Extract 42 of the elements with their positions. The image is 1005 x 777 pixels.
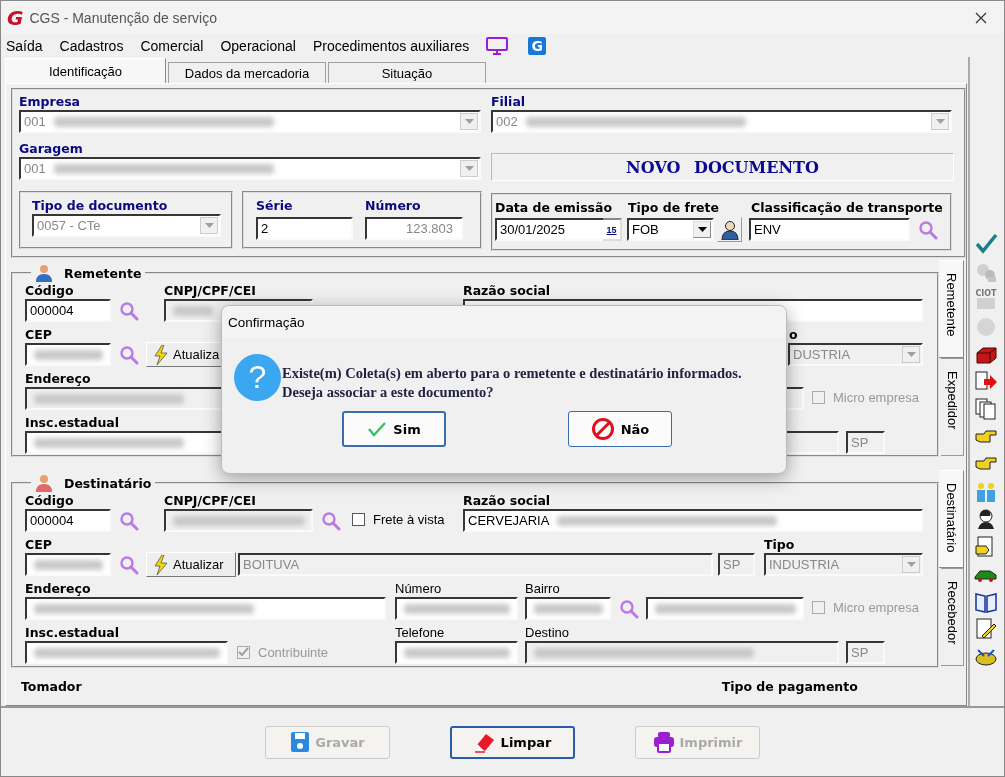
field-label: Filial [491, 94, 526, 110]
field-label: Razão social [463, 493, 551, 509]
field-label: Série [256, 198, 293, 214]
checkbox-label: Frete à vista [373, 512, 445, 527]
field-label: Endereço [25, 371, 91, 387]
field-label: CEP [25, 327, 52, 343]
field-label: o [789, 327, 798, 343]
checkbox-label: Micro empresa [833, 600, 919, 615]
dialog-message: Deseja associar a este documento? [282, 383, 495, 402]
field-label: Tipo de documento [32, 198, 168, 213]
checkbox-label: Contribuinte [258, 644, 329, 660]
field-label: Garagem [19, 141, 83, 157]
field-label: Tipo [764, 537, 795, 553]
field-label: CNPJ/CPF/CEI [164, 493, 256, 509]
field-label: Tipo de frete [628, 200, 719, 216]
field-label: Código [25, 283, 74, 299]
checkbox-label: Micro empresa [833, 390, 919, 405]
field-label: CEP [25, 537, 52, 553]
field-label: Número [395, 581, 442, 597]
field-label: Razão social [463, 283, 551, 299]
dialog-title: Confirmação [228, 314, 305, 330]
field-label: Insc.estadual [25, 415, 120, 431]
field-label: Tipo de pagamento [721, 679, 858, 695]
field-label: Data de emissão [495, 200, 613, 216]
question-icon: ? [234, 353, 281, 401]
field-label: Bairro [525, 581, 560, 597]
field-label: Tomador [21, 679, 82, 695]
field-label: Empresa [19, 94, 81, 110]
field-label: CNPJ/CPF/CEI [164, 283, 256, 299]
field-label: Classificação de transporte [751, 200, 943, 216]
app-logo: G [7, 5, 24, 30]
section-title: Remetente [64, 265, 142, 281]
field-label: Código [25, 493, 74, 509]
field-label: Número [365, 198, 421, 214]
section-title: Destinatário [64, 475, 152, 491]
dialog-message: Existe(m) Coleta(s) em aberto para o remetente e destinatário informados. [282, 364, 742, 383]
window-title: CGS - Manutenção de serviço [29, 9, 217, 26]
field-label: Telefone [395, 625, 445, 641]
status-banner: NOVO DOCUMENTO [491, 153, 954, 181]
field-label: Endereço [25, 581, 91, 597]
field-label: Destino [525, 625, 570, 641]
field-label: Insc.estadual [25, 625, 120, 641]
